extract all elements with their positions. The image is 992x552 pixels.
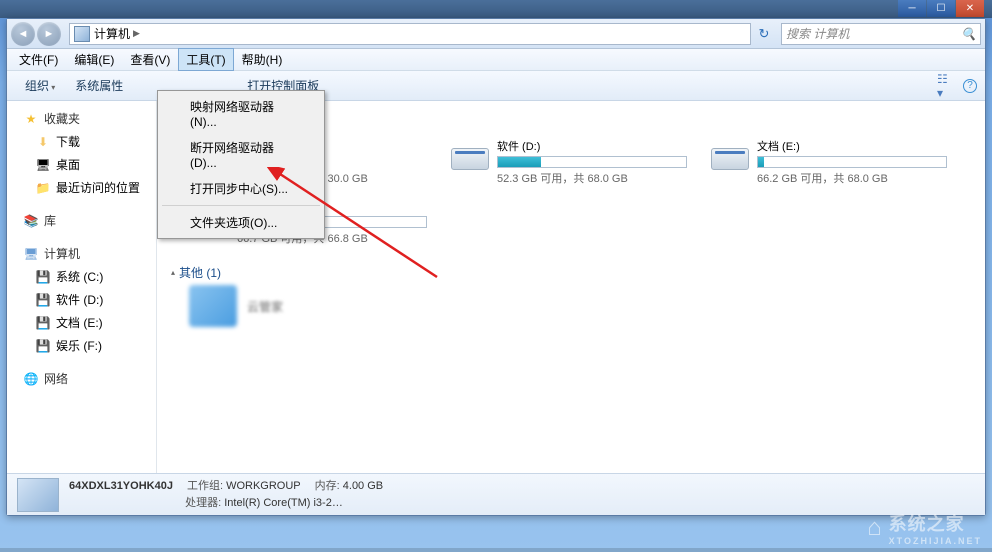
- tools-dropdown: 映射网络驱动器(N)... 断开网络驱动器(D)... 打开同步中心(S)...…: [157, 90, 325, 239]
- content-area: ★ 收藏夹 ⬇ 下载 🖥 桌面 📁 最近访问的位置 📚: [7, 101, 985, 473]
- capacity-bar: [757, 156, 947, 168]
- minimize-button[interactable]: ─: [898, 0, 926, 17]
- network-group[interactable]: 🌐 网络: [7, 367, 156, 390]
- menu-separator: [162, 205, 320, 206]
- desktop-icon: 🖥: [35, 157, 51, 173]
- navigation-bar: ◄ ► 计算机 ▶ ↻ 搜索 计算机 🔍: [7, 19, 985, 49]
- drive-item[interactable]: 软件 (D:) 52.3 GB 可用，共 68.0 GB: [449, 136, 689, 188]
- back-button[interactable]: ◄: [11, 22, 35, 46]
- sidebar-downloads[interactable]: ⬇ 下载: [7, 130, 156, 153]
- download-icon: ⬇: [35, 134, 51, 150]
- command-bar: 组织 系统属性 ——————— 打开控制面板 ☷ ▾ ?: [7, 71, 985, 101]
- menu-tools[interactable]: 工具(T): [178, 48, 233, 71]
- drive-icon: 💾: [35, 269, 51, 285]
- sidebar-drive-c[interactable]: 💾 系统 (C:): [7, 265, 156, 288]
- favorites-group[interactable]: ★ 收藏夹: [7, 107, 156, 130]
- menu-view[interactable]: 查看(V): [122, 48, 178, 71]
- drive-icon: 💾: [35, 338, 51, 354]
- search-placeholder: 搜索 计算机: [786, 25, 849, 42]
- computer-icon: [74, 26, 90, 42]
- computer-group[interactable]: 🖥 计算机: [7, 242, 156, 265]
- app-icon: [189, 285, 237, 327]
- help-icon[interactable]: ?: [963, 79, 977, 93]
- search-icon: 🔍: [961, 27, 976, 41]
- drive-icon: 💾: [35, 292, 51, 308]
- capacity-bar: [497, 156, 687, 168]
- watermark: ⌂ 系统之家 XTOZHIJIA.NET: [867, 510, 982, 546]
- drive-stats: 66.2 GB 可用，共 68.0 GB: [757, 170, 947, 186]
- other-item-label: 云管家: [247, 298, 283, 315]
- chevron-right-icon: ▶: [133, 28, 140, 39]
- drive-name: 软件 (D:): [497, 138, 687, 154]
- computer-icon: 🖥: [23, 246, 39, 262]
- library-icon: 📚: [23, 213, 39, 229]
- breadcrumb-text: 计算机: [94, 25, 130, 42]
- sidebar-desktop[interactable]: 🖥 桌面: [7, 153, 156, 176]
- disconnect-network-drive-item[interactable]: 断开网络驱动器(D)...: [160, 134, 322, 175]
- sidebar-drive-d[interactable]: 💾 软件 (D:): [7, 288, 156, 311]
- drive-name: 文档 (E:): [757, 138, 947, 154]
- menu-bar: 文件(F) 编辑(E) 查看(V) 工具(T) 帮助(H): [7, 49, 985, 71]
- maximize-button[interactable]: ☐: [927, 0, 955, 17]
- drive-icon: [451, 138, 491, 170]
- other-item[interactable]: 云管家: [189, 285, 429, 327]
- organize-button[interactable]: 组织: [15, 73, 65, 98]
- forward-button[interactable]: ►: [37, 22, 61, 46]
- star-icon: ★: [23, 111, 39, 127]
- computer-thumbnail: [17, 478, 59, 512]
- sidebar-drive-e[interactable]: 💾 文档 (E:): [7, 311, 156, 334]
- other-section-header[interactable]: ▴ 其他 (1): [171, 260, 971, 285]
- taskbar-shadow: [0, 548, 992, 552]
- network-icon: 🌐: [23, 371, 39, 387]
- menu-help[interactable]: 帮助(H): [234, 48, 291, 71]
- folder-options-item[interactable]: 文件夹选项(O)...: [160, 209, 322, 236]
- address-bar[interactable]: 计算机 ▶: [69, 23, 751, 45]
- chevron-down-icon: ▴: [171, 268, 175, 277]
- map-network-drive-item[interactable]: 映射网络驱动器(N)...: [160, 93, 322, 134]
- system-properties-button[interactable]: 系统属性: [65, 73, 133, 98]
- drive-icon: [711, 138, 751, 170]
- computer-name: 64XDXL31YOHK40J: [69, 478, 173, 495]
- libraries-group[interactable]: 📚 库: [7, 209, 156, 232]
- menu-edit[interactable]: 编辑(E): [66, 48, 122, 71]
- window-chrome: ─ ☐ ✕: [0, 0, 992, 18]
- drive-icon: 💾: [35, 315, 51, 331]
- sidebar-drive-f[interactable]: 💾 娱乐 (F:): [7, 334, 156, 357]
- menu-file[interactable]: 文件(F): [11, 48, 66, 71]
- explorer-window: ◄ ► 计算机 ▶ ↻ 搜索 计算机 🔍 文件(F) 编辑(E) 查看(V) 工…: [6, 18, 986, 516]
- drive-item[interactable]: 文档 (E:) 66.2 GB 可用，共 68.0 GB: [709, 136, 949, 188]
- open-sync-center-item[interactable]: 打开同步中心(S)...: [160, 175, 322, 202]
- navigation-pane: ★ 收藏夹 ⬇ 下载 🖥 桌面 📁 最近访问的位置 📚: [7, 101, 157, 473]
- recent-icon: 📁: [35, 180, 51, 196]
- search-input[interactable]: 搜索 计算机 🔍: [781, 23, 981, 45]
- details-pane: 64XDXL31YOHK40J 工作组: WORKGROUP 内存: 4.00 …: [7, 473, 985, 515]
- close-button[interactable]: ✕: [956, 0, 984, 17]
- drive-stats: 52.3 GB 可用，共 68.0 GB: [497, 170, 687, 186]
- sidebar-recent[interactable]: 📁 最近访问的位置: [7, 176, 156, 199]
- house-icon: ⌂: [867, 514, 883, 542]
- view-options-icon[interactable]: ☷ ▾: [937, 77, 955, 95]
- refresh-button[interactable]: ↻: [753, 23, 775, 45]
